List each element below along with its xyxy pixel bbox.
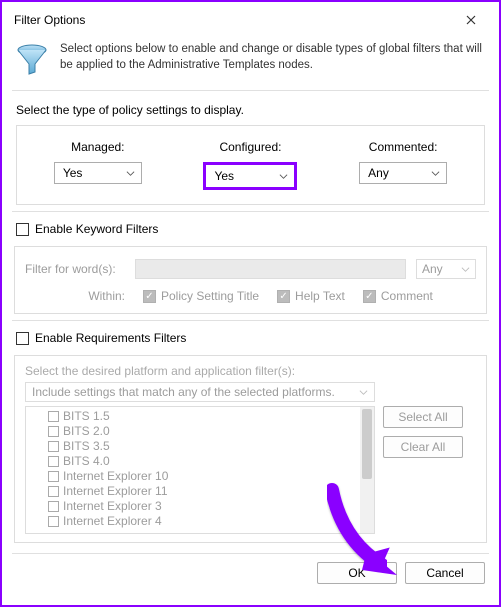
list-item: Internet Explorer 4 [30,514,370,529]
policy-section: Select the type of policy settings to di… [2,91,499,211]
within-help: ✓Help Text [277,289,345,303]
chevron-down-icon [431,169,440,178]
keyword-row: Filter for word(s): Any [25,259,476,279]
list-item: Internet Explorer 3 [30,499,370,514]
within-title: ✓Policy Setting Title [143,289,259,303]
within-label: Within: [77,289,125,303]
configured-label: Configured: [203,140,297,154]
list-item-label: Internet Explorer 11 [63,484,168,499]
checkbox-icon [48,411,59,422]
requirements-mode-value: Include settings that match any of the s… [32,385,335,399]
list-item: Internet Explorer 11 [30,484,370,499]
policy-prompt: Select the type of policy settings to di… [16,103,485,117]
list-item-label: BITS 1.5 [63,409,110,424]
requirements-desc: Select the desired platform and applicat… [25,364,476,378]
list-item-label: Internet Explorer 10 [63,469,168,484]
close-icon[interactable] [453,7,489,33]
filter-for-label: Filter for word(s): [25,262,125,276]
managed-col: Managed: Yes [54,140,142,190]
keyword-enable-checkbox[interactable] [16,223,29,236]
list-item: BITS 4.0 [30,454,370,469]
list-item-label: BITS 4.0 [63,454,110,469]
keyword-match-value: Any [422,262,443,276]
checkbox-icon [48,441,59,452]
list-item: BITS 2.0 [30,424,370,439]
configured-select[interactable]: Yes [203,162,297,190]
requirements-enable-label: Enable Requirements Filters [35,331,186,345]
policy-box: Managed: Yes Configured: Yes Commented: … [16,125,485,205]
within-comment: ✓Comment [363,289,433,303]
requirements-enable-row: Enable Requirements Filters [2,321,499,351]
window-title: Filter Options [14,13,85,27]
chevron-down-icon [279,172,288,181]
chevron-down-icon [461,265,470,274]
requirements-mode-select: Include settings that match any of the s… [25,382,375,402]
checkbox-icon [48,471,59,482]
commented-select[interactable]: Any [359,162,447,184]
select-all-button: Select All [383,406,463,428]
checkbox-icon: ✓ [363,290,376,303]
header-text: Select options below to enable and chang… [60,42,483,78]
keyword-input [135,259,406,279]
chevron-down-icon [126,169,135,178]
configured-col: Configured: Yes [203,140,297,190]
list-item-label: Internet Explorer 3 [63,499,162,514]
titlebar: Filter Options [2,2,499,32]
scrollbar-thumb[interactable] [362,409,372,479]
list-item: Internet Explorer 10 [30,469,370,484]
commented-value: Any [368,166,389,180]
keyword-match-select: Any [416,259,476,279]
list-item: BITS 1.5 [30,409,370,424]
ok-button[interactable]: OK [317,562,397,584]
checkbox-icon [48,486,59,497]
commented-label: Commented: [359,140,447,154]
header: Select options below to enable and chang… [2,32,499,90]
platform-list: BITS 1.5BITS 2.0BITS 3.5BITS 4.0Internet… [25,406,375,534]
chevron-down-icon [359,388,368,397]
dialog-buttons: OK Cancel [2,554,499,592]
checkbox-icon [48,501,59,512]
managed-label: Managed: [54,140,142,154]
requirements-enable-checkbox[interactable] [16,332,29,345]
list-item: BITS 3.5 [30,439,370,454]
checkbox-icon [48,456,59,467]
within-row: Within: ✓Policy Setting Title ✓Help Text… [25,289,476,303]
dialog-window: Filter Options Select options below to e… [0,0,501,607]
cancel-button[interactable]: Cancel [405,562,485,584]
configured-value: Yes [214,169,234,183]
keyword-group: Filter for word(s): Any Within: ✓Policy … [14,246,487,314]
filter-icon [14,42,50,78]
commented-col: Commented: Any [359,140,447,190]
keyword-enable-row: Enable Keyword Filters [2,212,499,242]
list-item-label: BITS 2.0 [63,424,110,439]
managed-select[interactable]: Yes [54,162,142,184]
keyword-enable-label: Enable Keyword Filters [35,222,158,236]
checkbox-icon [48,516,59,527]
checkbox-icon [48,426,59,437]
managed-value: Yes [63,166,83,180]
scrollbar[interactable] [360,407,374,533]
list-item-label: Internet Explorer 4 [63,514,162,529]
clear-all-button: Clear All [383,436,463,458]
checkbox-icon: ✓ [277,290,290,303]
requirements-group: Select the desired platform and applicat… [14,355,487,543]
list-item-label: BITS 3.5 [63,439,110,454]
checkbox-icon: ✓ [143,290,156,303]
